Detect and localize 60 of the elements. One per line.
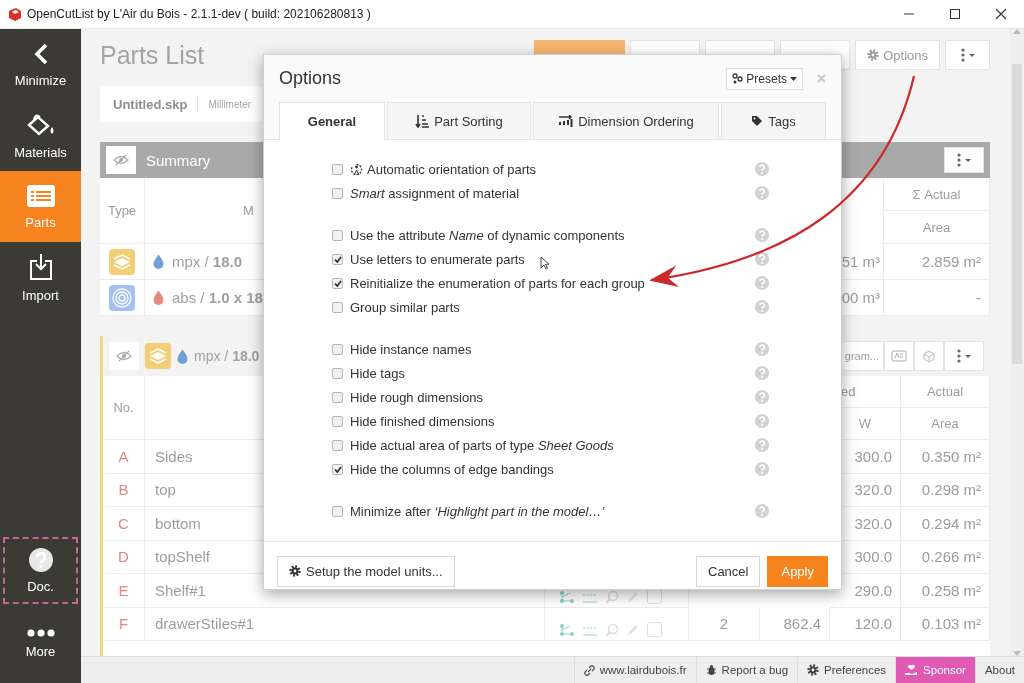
option-label: Hide finished dimensions: [350, 413, 495, 429]
presets-button[interactable]: Presets: [726, 67, 803, 90]
status-bar-button[interactable]: Report a bug: [695, 657, 798, 683]
column-header: Σ Actual: [884, 178, 990, 211]
sidebar-item[interactable]: Minimize: [0, 29, 81, 100]
tab[interactable]: Tags: [721, 102, 826, 139]
table-cell: 0.294 m²: [901, 507, 990, 541]
option-label: Group similar parts: [350, 299, 460, 315]
table-cell: 0.350 m²: [901, 440, 990, 474]
option-label: Use letters to enumerate parts: [350, 251, 525, 267]
sidebar-item[interactable]: Import: [0, 242, 81, 313]
sidebar-item[interactable]: Materials: [0, 100, 81, 171]
column-header: Actual: [901, 376, 990, 408]
column-header: ed: [841, 384, 856, 399]
material-name: mpx / 18.0: [194, 348, 260, 364]
file-name: Untitled.skp: [113, 96, 188, 112]
row-number: A: [103, 440, 145, 474]
row-number: D: [103, 540, 145, 574]
material-name: mpx / 18.0: [172, 253, 243, 270]
summary-title: Summary: [146, 151, 212, 169]
tab[interactable]: Part Sorting: [387, 102, 531, 139]
table-cell: 0.103 m²: [901, 607, 990, 641]
row-number: E: [103, 574, 145, 608]
column-header: Area: [901, 408, 990, 440]
option-label: Hide tags: [350, 365, 405, 381]
column-header: Area: [884, 211, 990, 244]
sidebar-item[interactable]: Doc.: [3, 537, 78, 604]
tab[interactable]: Dimension Ordering: [533, 102, 719, 139]
table-cell: 0.258 m²: [901, 574, 990, 608]
table-cell: 2: [689, 607, 760, 641]
status-bar-button[interactable]: About: [974, 657, 1024, 683]
column-header: No.: [103, 376, 145, 440]
table-cell: 0.298 m²: [901, 473, 990, 507]
table-cell: 2.859 m²: [884, 244, 990, 280]
material-name: abs / 1.0 x 18.: [172, 289, 268, 306]
website-link[interactable]: www.lairdubois.fr: [573, 657, 696, 683]
window-title: OpenCutList by L'Air du Bois - 2.1.1-dev ( build: 202106280813 ): [27, 7, 372, 21]
table-cell: -: [884, 280, 990, 316]
option-label: Hide rough dimensions: [350, 389, 483, 405]
sidebar-item[interactable]: More: [3, 610, 78, 677]
tab[interactable]: General: [279, 102, 385, 140]
dialog-title: Options: [279, 68, 343, 89]
table-cell: 0.266 m²: [901, 540, 990, 574]
units-label: Millimeter: [208, 98, 252, 110]
table-cell: 862.4: [760, 607, 830, 641]
column-header: Type: [100, 178, 145, 244]
row-number: C: [103, 507, 145, 541]
option-label: Reinitialize the enumeration of parts for each group: [350, 275, 645, 291]
cancel-button[interactable]: Cancel: [696, 555, 761, 587]
option-label: Automatic orientation of parts: [367, 161, 537, 177]
option-label: Use the attribute Name of dynamic components: [350, 227, 625, 243]
row-number: B: [103, 473, 145, 507]
option-label: Smart assignment of material: [350, 185, 520, 201]
table-cell: 120.0: [830, 607, 901, 641]
option-label: Hide instance names: [350, 341, 472, 357]
setup-units-button[interactable]: Setup the model units...: [277, 555, 455, 587]
page-title: Parts List: [100, 40, 206, 70]
row-number: F: [103, 607, 145, 641]
column-header: M: [243, 203, 254, 218]
part-name: drawerStiles#1: [145, 607, 545, 641]
